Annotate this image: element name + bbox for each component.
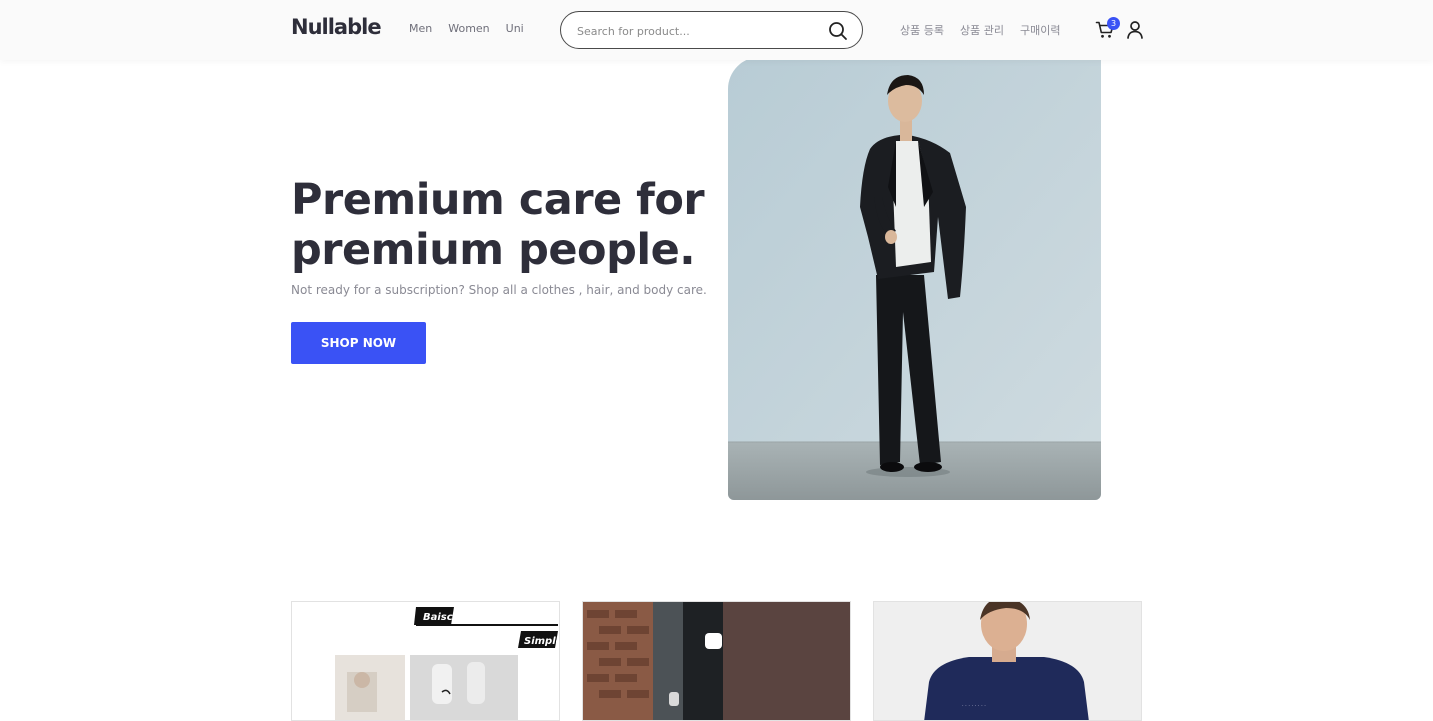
user-button[interactable] bbox=[1126, 20, 1144, 40]
nav-product-manage[interactable]: 상품 관리 bbox=[960, 22, 1004, 38]
svg-text:. . . . . . . .: . . . . . . . . bbox=[962, 702, 986, 708]
product-card[interactable]: Baisc Simple bbox=[291, 601, 560, 721]
nav-women[interactable]: Women bbox=[448, 22, 489, 35]
nav-uni[interactable]: Uni bbox=[506, 22, 524, 35]
hero-title-line-2: premium people. bbox=[291, 225, 696, 275]
site-header: Nullable Men Women Uni 상품 등록 상품 관리 구매이력 … bbox=[0, 0, 1433, 60]
cart-count-badge: 3 bbox=[1107, 17, 1120, 30]
search-icon[interactable] bbox=[828, 21, 848, 41]
card-label-bottom: Simple bbox=[524, 636, 560, 647]
nav-product-register[interactable]: 상품 등록 bbox=[900, 22, 944, 38]
cart-button[interactable]: 3 bbox=[1095, 17, 1120, 42]
hero-title-line-1: Premium care for bbox=[291, 175, 705, 225]
nav-men[interactable]: Men bbox=[409, 22, 432, 35]
nav-purchase-history[interactable]: 구매이력 bbox=[1020, 22, 1060, 38]
hero-title: Premium care for premium people. bbox=[291, 175, 721, 275]
hero-image bbox=[728, 57, 1101, 500]
search-input[interactable] bbox=[577, 22, 817, 40]
product-card[interactable] bbox=[582, 601, 851, 721]
product-card[interactable]: . . . . . . . . bbox=[873, 601, 1142, 721]
admin-nav: 상품 등록 상품 관리 구매이력 bbox=[900, 22, 1060, 38]
search-bar bbox=[560, 11, 863, 49]
shop-now-button[interactable]: SHOP NOW bbox=[291, 322, 426, 364]
card-label-top: Baisc bbox=[423, 612, 453, 623]
logo[interactable]: Nullable bbox=[291, 15, 382, 39]
hero-subtitle: Not ready for a subscription? Shop all a… bbox=[291, 283, 707, 297]
category-nav: Men Women Uni bbox=[409, 22, 524, 35]
user-icon bbox=[1127, 21, 1143, 39]
